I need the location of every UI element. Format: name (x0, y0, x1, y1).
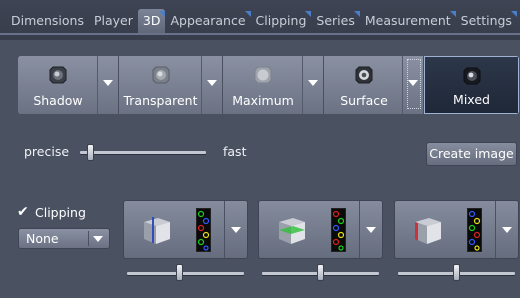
create-image-button[interactable]: Create image (426, 142, 517, 166)
speed-max-label: fast (223, 144, 247, 159)
mode-shadow-button[interactable]: Shadow (18, 56, 119, 114)
lut-pattern-icon (468, 210, 481, 251)
sphere-shadow-icon (49, 66, 67, 84)
clipping-label: Clipping (35, 204, 86, 220)
mode-label: Shadow (33, 93, 83, 108)
tab-label: Measurement (364, 13, 451, 28)
lut-color-strip (196, 208, 211, 252)
mode-label: Surface (340, 93, 388, 108)
tab-settings[interactable]: Settings (456, 9, 517, 33)
clipping-checkbox[interactable]: ✔ Clipping (17, 204, 86, 220)
tab-label: Clipping (255, 13, 307, 28)
tab-player[interactable]: Player (89, 9, 138, 33)
tab-label: Series (316, 13, 355, 28)
mode-label: Maximum (232, 93, 294, 108)
lut-pattern-icon (332, 210, 345, 251)
app-window: Dimensions Player 3D Appearance Clipping… (0, 0, 520, 298)
speed-slider-track[interactable] (80, 151, 206, 154)
button-divider (224, 201, 225, 258)
sphere-surface-icon (355, 66, 373, 84)
sphere-transparent-icon (152, 66, 170, 84)
chevron-down-icon (207, 80, 217, 86)
speed-min-label: precise (24, 144, 70, 159)
chevron-down-icon (93, 236, 103, 242)
tab-3d[interactable]: 3D (137, 9, 166, 33)
chevron-down-icon (308, 80, 318, 86)
mode-surface-button[interactable]: Surface (324, 56, 424, 114)
clip-plane-2-slider-thumb[interactable] (317, 264, 324, 281)
chevron-down-icon[interactable] (502, 227, 512, 233)
clip-plane-blue-icon (144, 217, 170, 244)
tab-label: Player (93, 13, 133, 28)
tab-measurement[interactable]: Measurement (360, 9, 456, 33)
mode-transparent-button[interactable]: Transparent (119, 56, 223, 114)
button-divider (359, 201, 360, 258)
clip-plane-1-button[interactable] (123, 200, 248, 259)
lut-pattern-icon (197, 210, 210, 251)
tab-bar: Dimensions Player 3D Appearance Clipping… (0, 0, 520, 40)
mode-shadow-dropdown[interactable] (97, 56, 118, 114)
lut-color-strip (467, 208, 482, 252)
tab-appearance[interactable]: Appearance (165, 9, 251, 33)
lut-color-strip (331, 208, 346, 252)
clip-plane-2-button[interactable] (258, 200, 383, 259)
tab-label: Settings (460, 13, 512, 28)
clip-plane-3-slider-thumb[interactable] (453, 264, 460, 281)
chevron-down-icon (103, 80, 113, 86)
mode-transparent-dropdown[interactable] (201, 56, 222, 114)
clip-plane-1-slider-track[interactable] (127, 272, 244, 275)
checkmark-icon: ✔ (17, 204, 29, 220)
sphere-mixed-icon (463, 67, 481, 85)
mode-mixed-button[interactable]: Mixed (424, 56, 519, 114)
tab-series[interactable]: Series (311, 9, 360, 33)
tab-clipping[interactable]: Clipping (251, 9, 312, 33)
mode-maximum-dropdown[interactable] (302, 56, 323, 114)
tab-label: Dimensions (11, 13, 84, 28)
clip-plane-3-button[interactable] (394, 200, 519, 259)
clip-plane-green-icon (279, 218, 305, 244)
clip-plane-red-icon (415, 218, 441, 244)
tab-underline (0, 33, 520, 35)
mode-label: Mixed (453, 92, 490, 107)
select-value: None (26, 231, 59, 246)
mode-maximum-button[interactable]: Maximum (223, 56, 324, 114)
tab-dimensions[interactable]: Dimensions (6, 9, 89, 33)
chevron-down-icon[interactable] (231, 227, 241, 233)
speed-slider-thumb[interactable] (86, 144, 94, 161)
corner-indicator-icon (510, 11, 517, 17)
chevron-down-icon[interactable] (366, 227, 376, 233)
clipping-mode-select[interactable]: None (18, 228, 110, 249)
mode-surface-dropdown[interactable] (402, 56, 423, 114)
tab-label: Appearance (170, 13, 246, 28)
tab-row: Dimensions Player 3D Appearance Clipping… (6, 9, 517, 33)
select-divider (88, 231, 89, 246)
chevron-down-icon (408, 80, 418, 86)
clip-plane-1-slider-thumb[interactable] (176, 264, 184, 281)
button-divider (495, 201, 496, 258)
tab-label: 3D (142, 13, 161, 28)
render-mode-group: Shadow Transparent Maximum Surface Mixed (18, 56, 519, 114)
mode-label: Transparent (123, 93, 198, 108)
sphere-maximum-icon (254, 66, 272, 84)
